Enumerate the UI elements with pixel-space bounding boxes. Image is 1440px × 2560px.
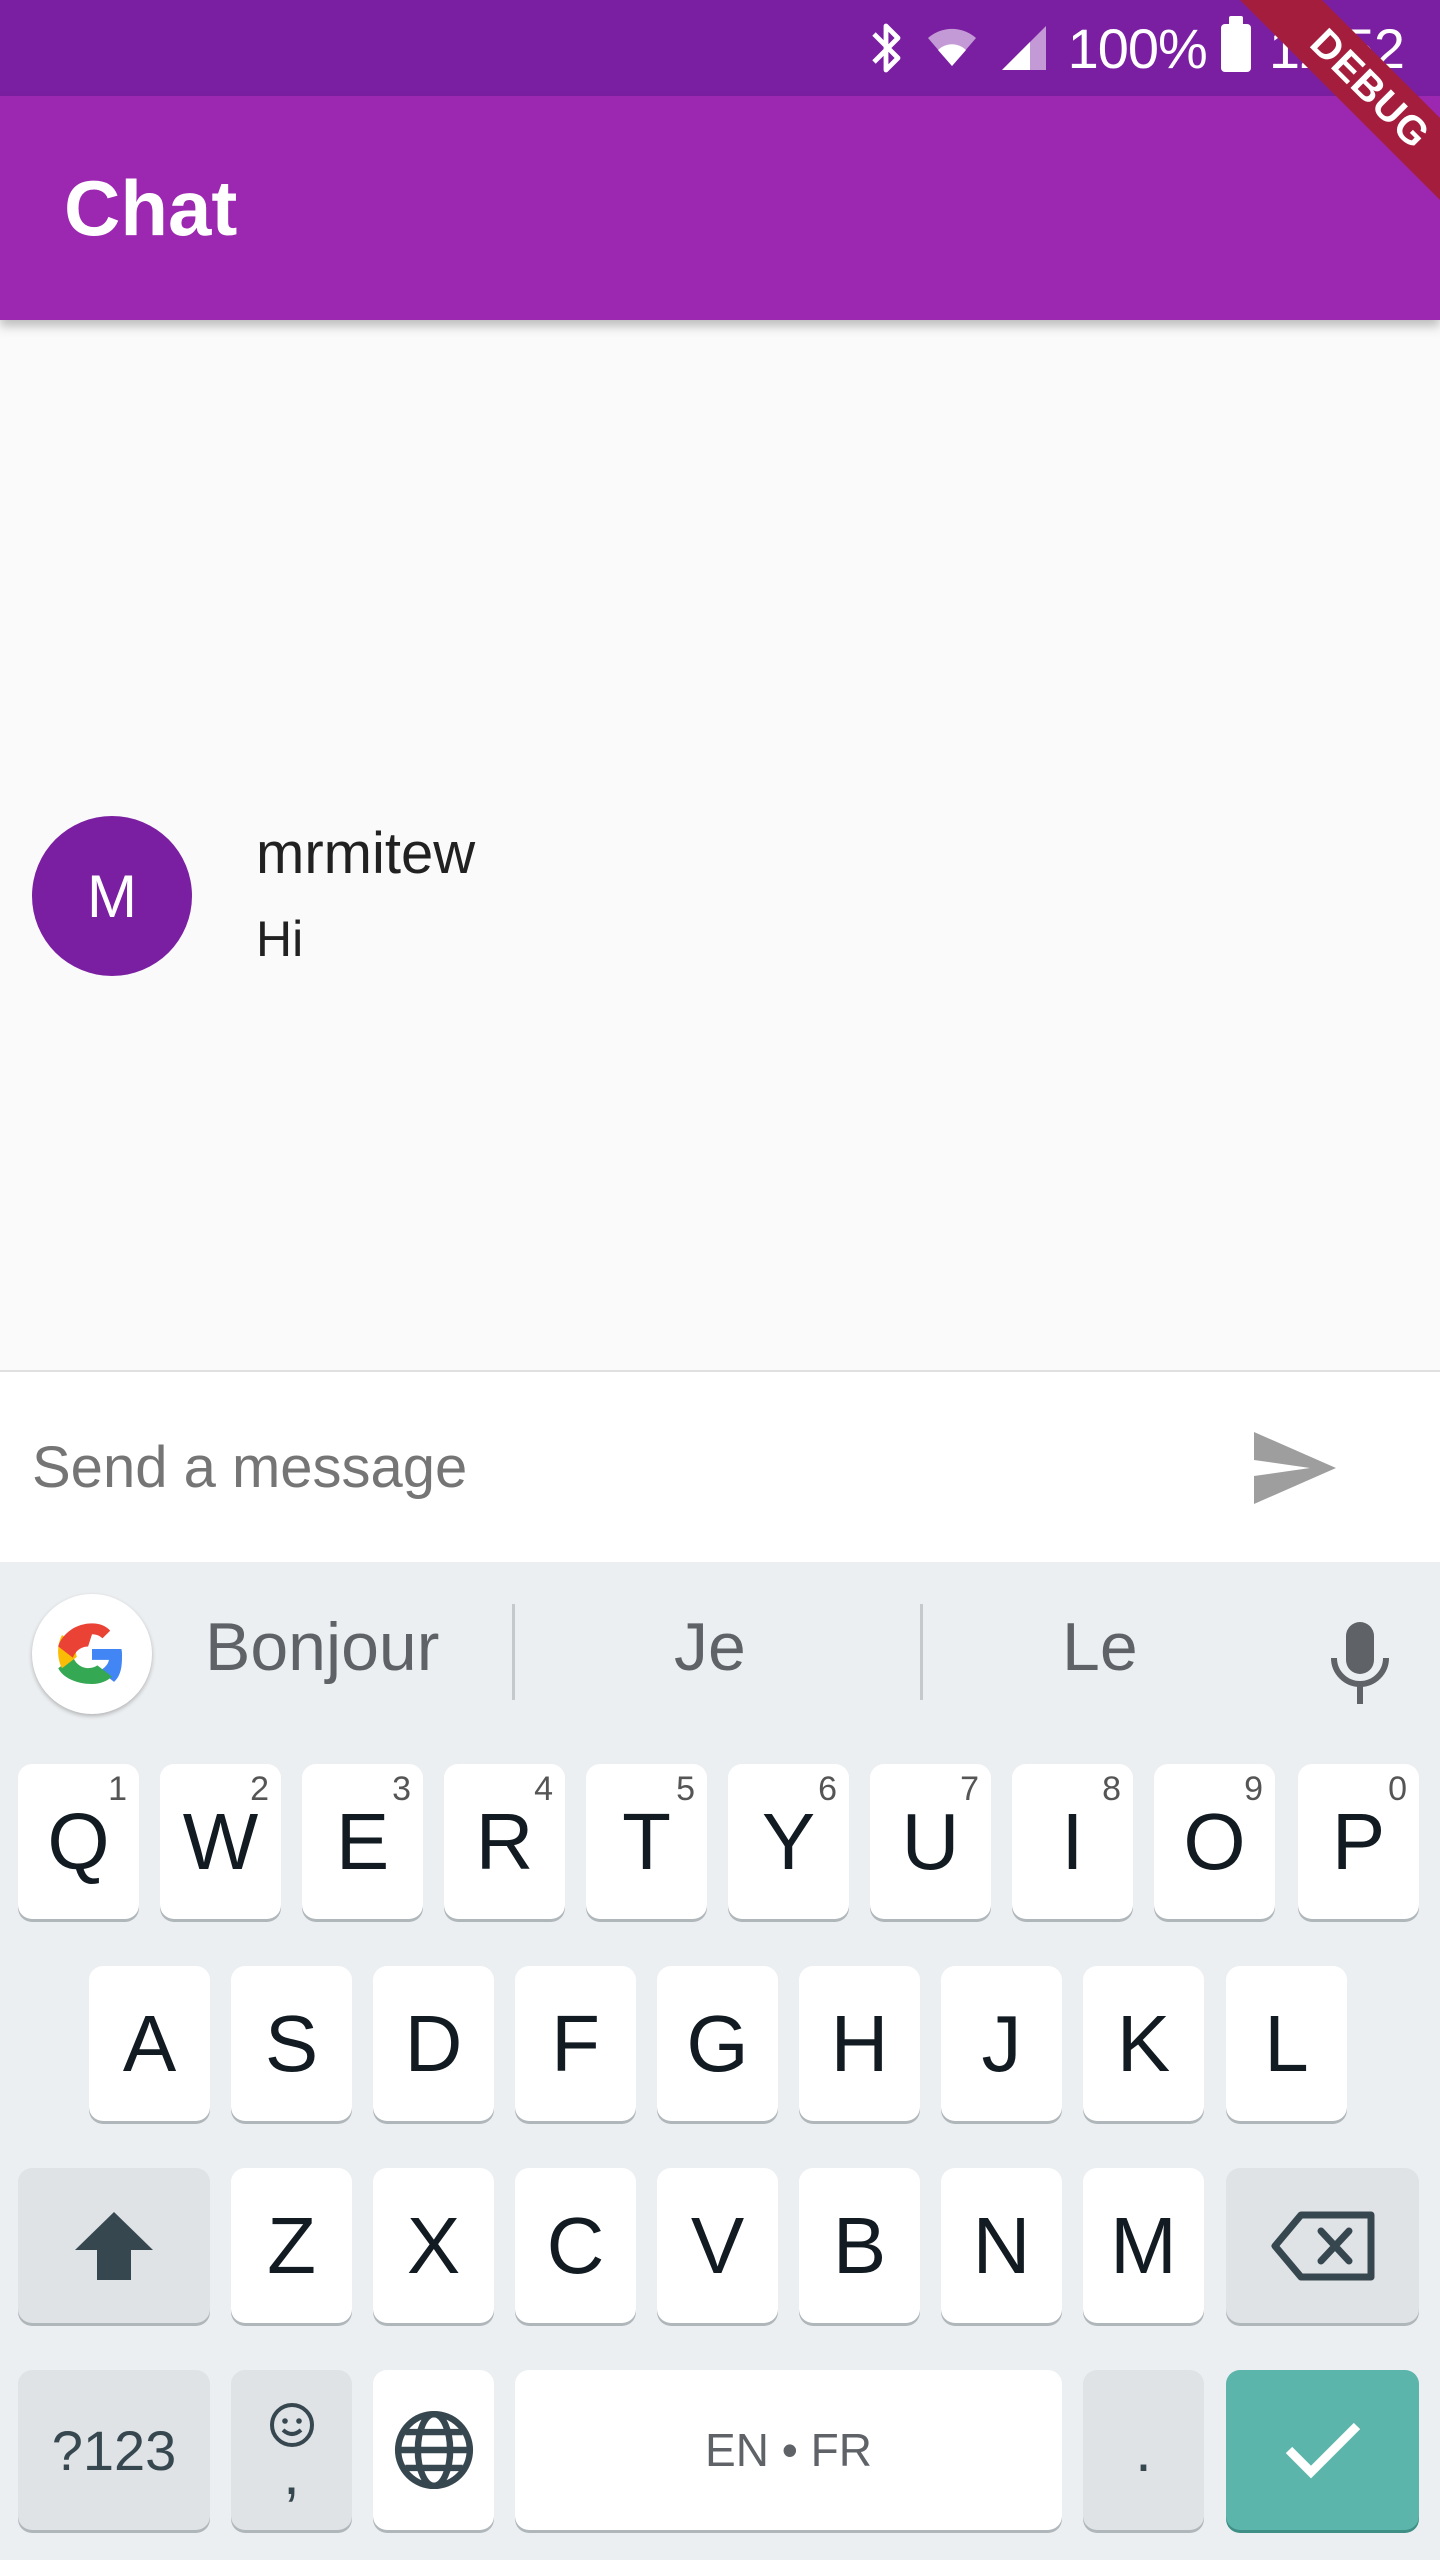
key-i[interactable]: I8 — [1012, 1764, 1133, 1919]
globe-icon — [394, 2410, 473, 2490]
send-icon — [1254, 1432, 1336, 1504]
suggestion-3[interactable]: Le — [1062, 1608, 1138, 1686]
key-t[interactable]: T5 — [586, 1764, 707, 1919]
key-a[interactable]: A — [89, 1966, 210, 2121]
emoji-comma-key[interactable]: , — [231, 2370, 352, 2530]
key-g[interactable]: G — [657, 1966, 778, 2121]
key-r[interactable]: R4 — [444, 1764, 565, 1919]
key-e[interactable]: E3 — [302, 1764, 423, 1919]
language-key[interactable] — [373, 2370, 494, 2530]
message-sender: mrmitew — [256, 821, 476, 886]
google-logo-icon[interactable] — [32, 1594, 152, 1714]
message-input[interactable] — [32, 1422, 1182, 1512]
wifi-icon — [926, 22, 978, 74]
message-text: Hi — [256, 911, 304, 967]
key-h[interactable]: H — [799, 1966, 920, 2121]
space-key[interactable]: EN • FR — [515, 2370, 1062, 2530]
battery-icon — [1220, 16, 1251, 72]
key-o[interactable]: O9 — [1154, 1764, 1275, 1919]
symbols-key[interactable]: ?123 — [18, 2370, 210, 2530]
key-c[interactable]: C — [515, 2168, 636, 2323]
suggestion-2[interactable]: Je — [674, 1608, 746, 1686]
signal-icon — [998, 22, 1050, 74]
message-composer — [0, 1370, 1440, 1562]
period-key[interactable]: . — [1083, 2370, 1204, 2530]
suggestion-divider — [512, 1604, 515, 1700]
key-f[interactable]: F — [515, 1966, 636, 2121]
shift-key[interactable] — [18, 2168, 210, 2323]
avatar: M — [32, 816, 192, 976]
key-s[interactable]: S — [231, 1966, 352, 2121]
page-title: Chat — [64, 163, 238, 252]
key-k[interactable]: K — [1083, 1966, 1204, 2121]
key-n[interactable]: N — [941, 2168, 1062, 2323]
suggestion-divider — [920, 1604, 923, 1700]
enter-key[interactable] — [1226, 2370, 1419, 2530]
status-bar: 100% 12:52 — [0, 0, 1440, 96]
suggestion-strip: Bonjour Je Le — [0, 1562, 1440, 1742]
key-m[interactable]: M — [1083, 2168, 1204, 2323]
key-z[interactable]: Z — [231, 2168, 352, 2323]
app-bar: Chat — [0, 96, 1440, 320]
backspace-icon — [1271, 2211, 1374, 2280]
bluetooth-icon — [866, 20, 906, 76]
key-p[interactable]: P0 — [1298, 1764, 1419, 1919]
key-b[interactable]: B — [799, 2168, 920, 2323]
suggestion-1[interactable]: Bonjour — [205, 1608, 439, 1686]
key-q[interactable]: Q1 — [18, 1764, 139, 1919]
microphone-icon[interactable] — [1320, 1614, 1400, 1714]
key-w[interactable]: W2 — [160, 1764, 281, 1919]
key-d[interactable]: D — [373, 1966, 494, 2121]
key-y[interactable]: Y6 — [728, 1764, 849, 1919]
send-button[interactable] — [1250, 1428, 1340, 1508]
checkmark-icon — [1285, 2422, 1360, 2479]
key-l[interactable]: L — [1226, 1966, 1347, 2121]
key-v[interactable]: V — [657, 2168, 778, 2323]
key-x[interactable]: X — [373, 2168, 494, 2323]
key-j[interactable]: J — [941, 1966, 1062, 2121]
battery-percent: 100% — [1067, 16, 1208, 80]
shift-icon — [75, 2211, 153, 2280]
soft-keyboard: Bonjour Je Le Q1 W2 E3 R4 T5 Y6 U7 I8 O9… — [0, 1562, 1440, 2560]
backspace-key[interactable] — [1226, 2168, 1419, 2323]
key-u[interactable]: U7 — [870, 1764, 991, 1919]
message-list[interactable] — [0, 320, 1440, 1370]
